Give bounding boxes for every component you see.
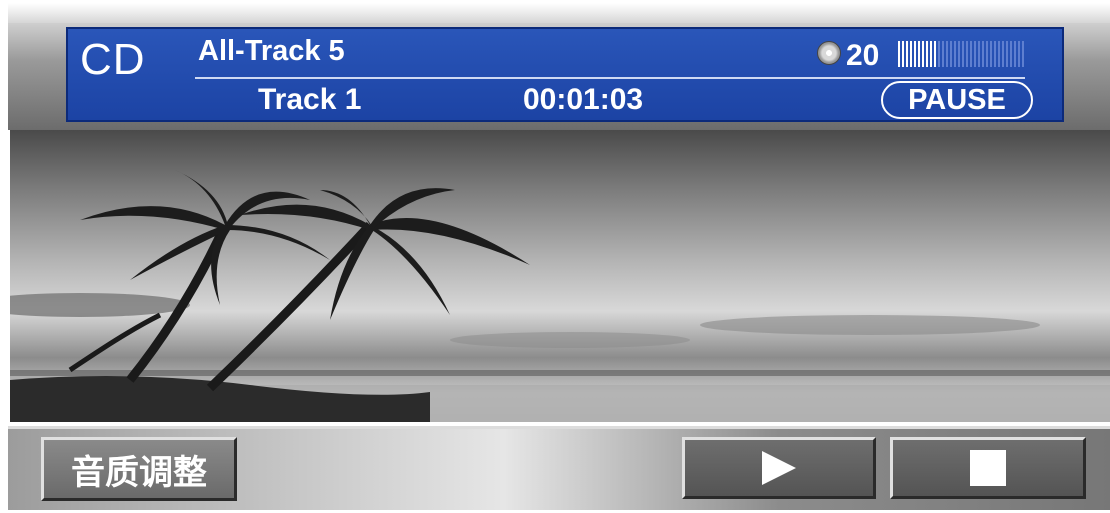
status-badge: PAUSE <box>881 81 1033 119</box>
volume-meter-bar <box>970 41 972 67</box>
volume-meter-bar <box>898 41 900 67</box>
volume-meter-bar <box>982 41 984 67</box>
volume-meter-bar <box>990 41 992 67</box>
volume-meter-bar <box>958 41 960 67</box>
volume-meter-bar <box>1006 41 1008 67</box>
volume-meter <box>898 41 1024 67</box>
volume-meter-bar <box>1022 41 1024 67</box>
volume-meter-bar <box>942 41 944 67</box>
volume-meter-bar <box>1014 41 1016 67</box>
volume-meter-bar <box>918 41 920 67</box>
volume-meter-bar <box>950 41 952 67</box>
elapsed-time: 00:01:03 <box>523 83 644 116</box>
volume-meter-bar <box>1002 41 1004 67</box>
volume-meter-bar <box>1018 41 1020 67</box>
volume-meter-bar <box>986 41 988 67</box>
disc-icon <box>817 41 841 65</box>
divider <box>195 77 1025 79</box>
palm-beach-image <box>10 170 1110 422</box>
volume-meter-bar <box>962 41 964 67</box>
volume-meter-bar <box>954 41 956 67</box>
sound-quality-label: 音质调整 <box>71 452 207 493</box>
background-image <box>10 130 1110 422</box>
sound-quality-button[interactable]: 音质调整 <box>41 437 237 501</box>
volume-meter-bar <box>926 41 928 67</box>
play-button[interactable] <box>682 437 876 499</box>
source-label: CD <box>80 35 146 84</box>
stop-button[interactable] <box>890 437 1086 499</box>
play-icon <box>762 451 796 485</box>
volume-meter-bar <box>994 41 996 67</box>
volume-meter-bar <box>978 41 980 67</box>
volume-meter-bar <box>966 41 968 67</box>
volume-value: 20 <box>846 39 880 72</box>
volume-meter-bar <box>930 41 932 67</box>
volume-meter-bar <box>974 41 976 67</box>
now-playing-panel: CD All-Track 5 Track 1 00:01:03 20 PAUSE <box>66 27 1064 122</box>
volume-meter-bar <box>1010 41 1012 67</box>
track-label: Track 1 <box>258 83 362 116</box>
volume-meter-bar <box>922 41 924 67</box>
volume-meter-bar <box>910 41 912 67</box>
play-mode-label: All-Track 5 <box>198 35 345 67</box>
volume-meter-bar <box>946 41 948 67</box>
volume-meter-bar <box>998 41 1000 67</box>
stop-icon <box>970 450 1006 486</box>
volume-meter-bar <box>914 41 916 67</box>
volume-meter-bar <box>902 41 904 67</box>
volume-meter-bar <box>934 41 936 67</box>
volume-meter-bar <box>906 41 908 67</box>
volume-meter-bar <box>938 41 940 67</box>
